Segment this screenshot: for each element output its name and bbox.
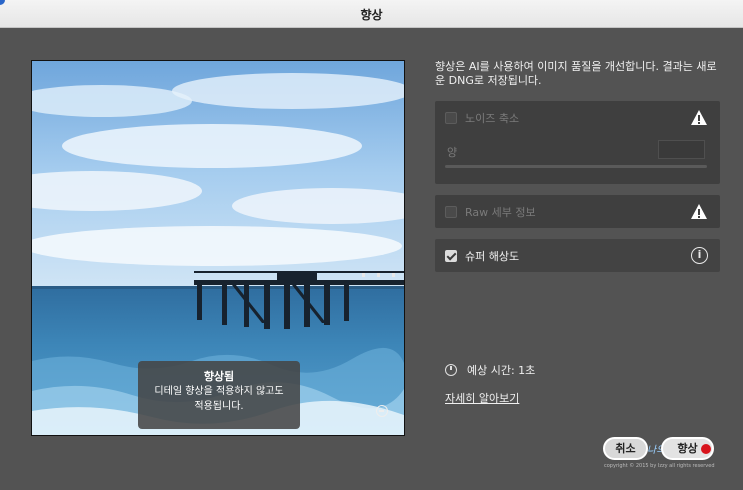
super-resolution-checkbox[interactable] [445,250,457,262]
noise-reduction-panel: 노이즈 축소 양 [435,101,720,184]
super-resolution-option: 슈퍼 해상도 [445,248,519,264]
raw-details-option: Raw 세부 정보 [445,204,536,220]
enhanced-overlay: 향상됨 디테일 향상을 적용하지 않고도 적용됩니다. [138,361,300,429]
image-preview[interactable]: 향상됨 디테일 향상을 적용하지 않고도 적용됩니다. [31,60,405,436]
learn-more-link[interactable]: 자세히 알아보기 [445,390,519,406]
amount-label: 양 [447,146,458,159]
description-text: 향상은 AI를 사용하여 이미지 품질을 개선합니다. 결과는 새로운 DNG로… [435,60,717,87]
estimated-time-label: 예상 시간: 1초 [467,364,536,377]
raw-details-panel: Raw 세부 정보 [435,195,720,228]
info-icon[interactable]: i [691,247,708,264]
window-corner-accent [0,0,5,5]
warning-icon [691,204,707,219]
noise-reduction-checkbox[interactable] [445,112,457,124]
timer-icon [445,364,457,376]
watermark-seal-icon [701,444,711,454]
watermark-copyright: copyright © 2015 by Izzy all rights rese… [604,463,715,469]
raw-details-label: Raw 세부 정보 [465,206,536,219]
super-resolution-panel: 슈퍼 해상도 i [435,239,720,272]
zoom-out-icon[interactable] [376,405,388,417]
super-resolution-label: 슈퍼 해상도 [465,250,520,263]
amount-input[interactable] [658,140,705,159]
warning-icon [691,110,707,125]
cancel-button[interactable]: 취소 [603,437,648,460]
raw-details-checkbox[interactable] [445,206,457,218]
overlay-line-2: 적용됩니다. [194,401,244,412]
estimated-time: 예상 시간: 1초 [445,362,535,378]
title-bar: 향상 [0,0,743,28]
amount-slider[interactable] [445,165,707,168]
overlay-title: 향상됨 [203,370,235,383]
overlay-line-1: 디테일 향상을 적용하지 않고도 [154,386,284,397]
window-title: 향상 [360,8,383,22]
noise-reduction-label: 노이즈 축소 [465,112,520,125]
noise-reduction-option: 노이즈 축소 [445,110,519,126]
